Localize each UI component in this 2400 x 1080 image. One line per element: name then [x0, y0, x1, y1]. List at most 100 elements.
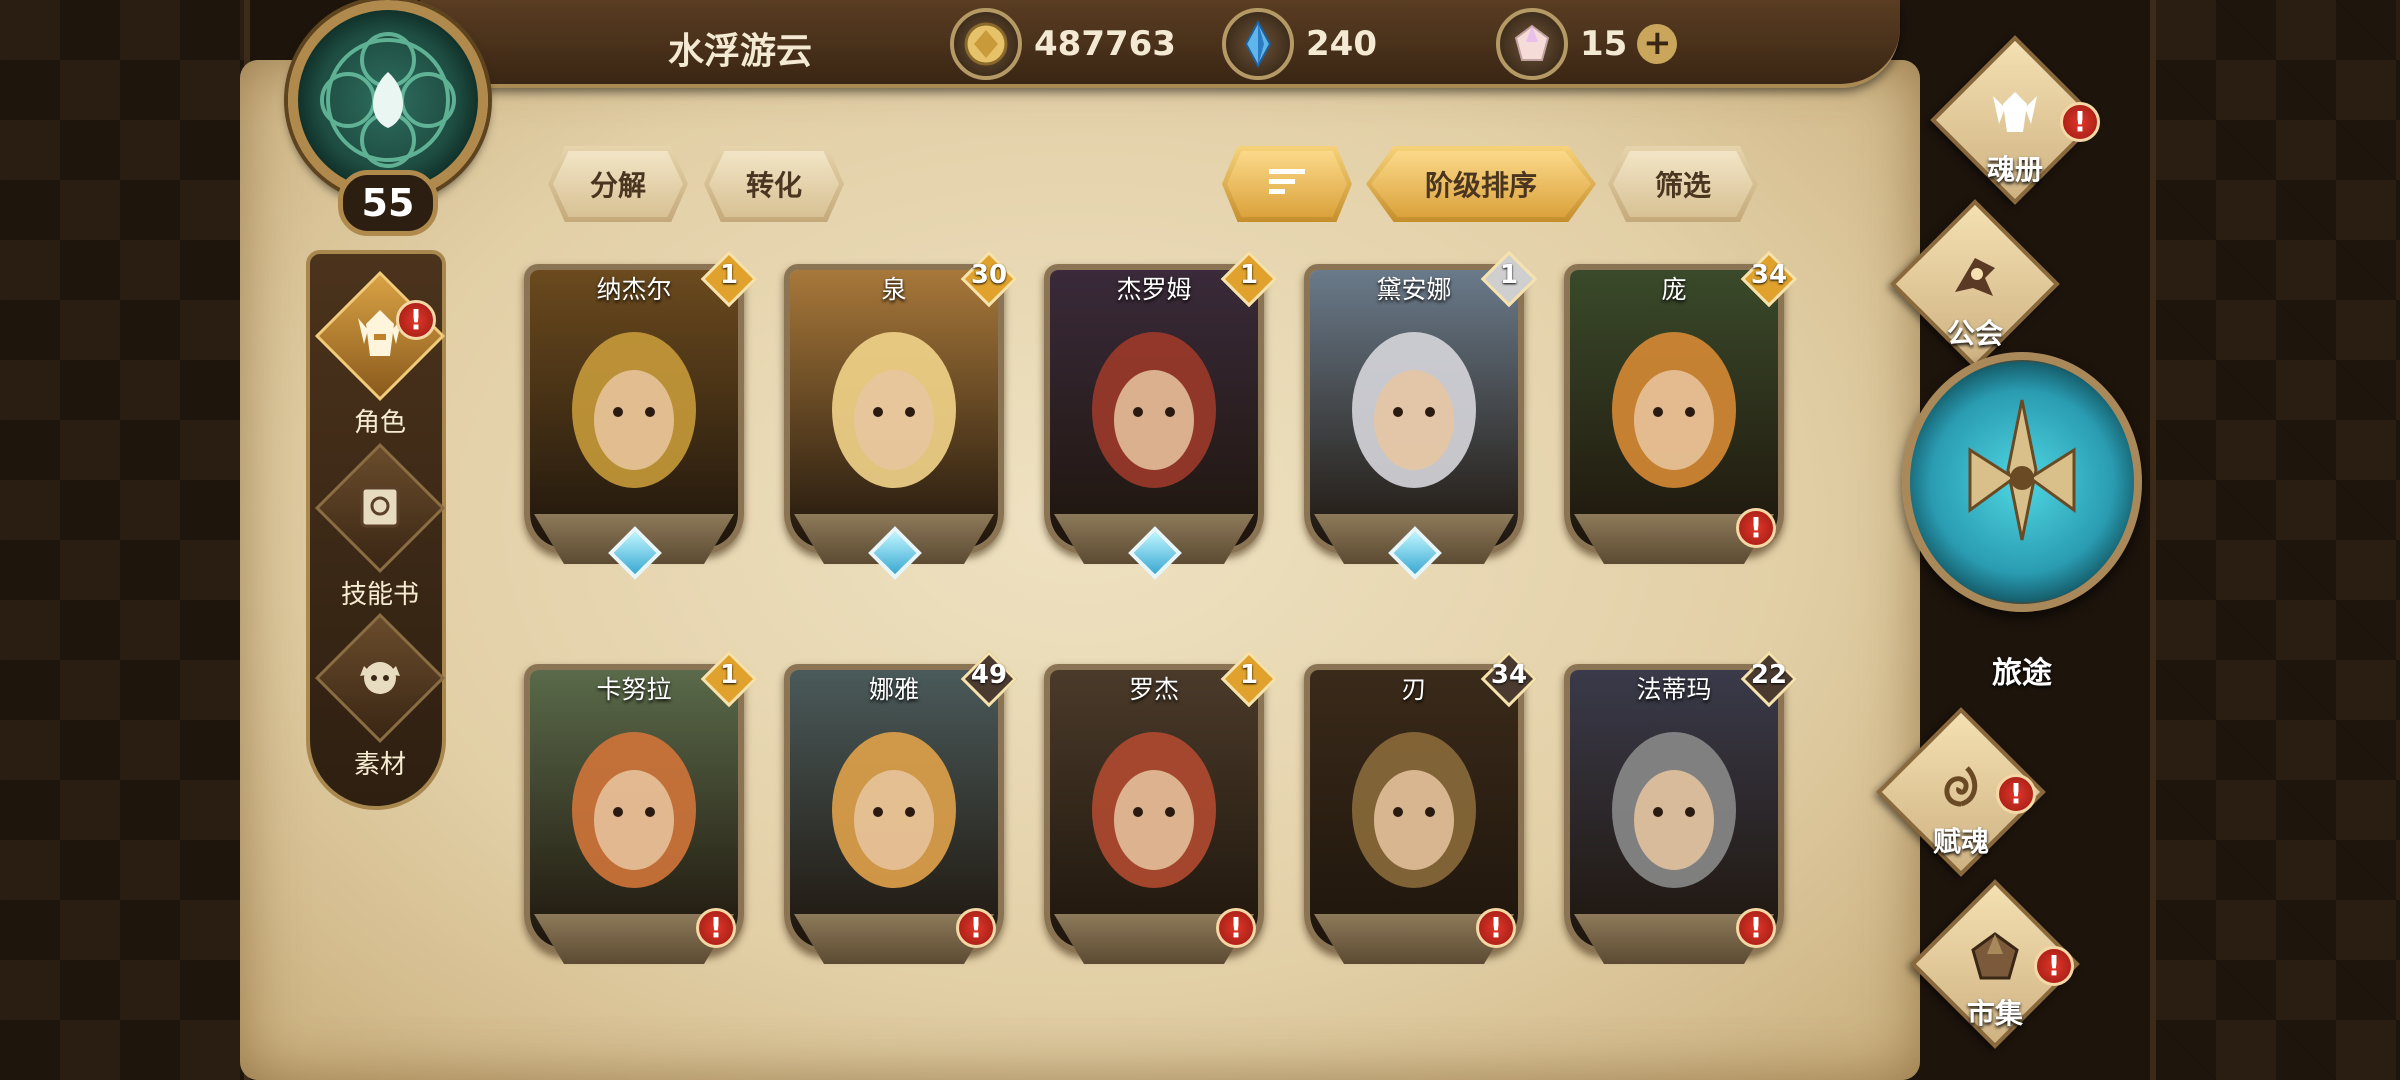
nav-label-characters: 角色 [353, 408, 406, 438]
hero-card[interactable]: 黛安娜 1 [1304, 250, 1538, 580]
hero-alert-icon: ! [696, 908, 736, 948]
hero-rank: 30 [970, 260, 1008, 290]
hero-rank-badge: 34 [1740, 250, 1798, 308]
decompose-button[interactable]: 分解 [548, 146, 688, 222]
hero-rank-badge: 1 [1480, 250, 1538, 308]
journey-button[interactable]: 旅途 [1902, 352, 2142, 691]
hero-rank-badge: 30 [960, 250, 1018, 308]
hero-rank-badge: 49 [960, 650, 1018, 708]
hero-alert-icon: ! [1736, 908, 1776, 948]
hero-rank-badge: 1 [700, 250, 758, 308]
soul-grant-button[interactable]: 赋魂 ! [1866, 707, 2056, 877]
hero-rank: 1 [1239, 660, 1259, 690]
hero-alert-icon: ! [1736, 508, 1776, 548]
soul-book-label: 魂册 [1986, 153, 2043, 186]
hero-rank-badge: 22 [1740, 650, 1798, 708]
decompose-label: 分解 [589, 169, 646, 202]
hero-rank: 34 [1750, 260, 1788, 290]
hero-card[interactable]: 法蒂玛 22! [1564, 650, 1798, 974]
hero-rank-badge: 1 [1220, 250, 1278, 308]
sort-direction-button[interactable] [1222, 146, 1352, 222]
gold-resource[interactable]: 487763 [950, 8, 1176, 80]
hero-rank: 22 [1750, 660, 1788, 690]
hero-rank: 1 [719, 660, 739, 690]
player-name: 水浮游云 [667, 31, 812, 72]
crystal-resource[interactable]: 240 [1222, 8, 1377, 80]
skill-book-icon [360, 486, 400, 528]
player-level: 55 [338, 170, 438, 236]
gold-amount: 487763 [1034, 24, 1176, 64]
guild-emblem-icon [1955, 258, 1995, 296]
hero-rank: 49 [970, 660, 1008, 690]
gem-market-icon [1971, 932, 2019, 980]
hero-rank-badge: 1 [1220, 650, 1278, 708]
hero-card[interactable]: 纳杰尔 1 [524, 250, 758, 580]
hero-portrait-art [1570, 270, 1778, 548]
hero-alert-icon: ! [1476, 908, 1516, 948]
pink-gem-icon [1496, 8, 1568, 80]
convert-button[interactable]: 转化 [704, 146, 844, 222]
market-label: 市集 [1966, 997, 2023, 1030]
hero-portrait-art [1050, 270, 1258, 548]
hero-portrait-art [530, 670, 738, 948]
gold-coin-icon [950, 8, 1022, 80]
right-background [2150, 0, 2400, 1080]
hero-portrait-art [1310, 670, 1518, 948]
nav-label-skill-books: 技能书 [340, 580, 419, 610]
market-button[interactable]: 市集 ! [1900, 879, 2090, 1049]
left-background [0, 0, 250, 1080]
hero-card[interactable]: 庞 34! [1564, 250, 1798, 574]
characters-alert-icon: ! [396, 300, 436, 340]
hero-rank: 1 [1239, 260, 1259, 290]
swirl-icon [1944, 766, 1978, 807]
hero-card[interactable]: 娜雅 49! [784, 650, 1018, 974]
journey-label: 旅途 [1992, 656, 2052, 691]
guild-label: 公会 [1946, 317, 2003, 350]
hero-rank-badge: 34 [1480, 650, 1538, 708]
hero-portrait-art [1050, 670, 1258, 948]
blue-crystal-icon [1222, 8, 1294, 80]
soul-grant-alert-icon: ! [1996, 774, 2036, 814]
hero-portrait-art [790, 670, 998, 948]
hero-portrait-art [530, 270, 738, 548]
hero-rank: 34 [1490, 660, 1528, 690]
add-gem-button[interactable]: + [1637, 24, 1678, 64]
hero-portrait-art [1310, 270, 1518, 548]
hero-card[interactable]: 泉 30 [784, 250, 1018, 580]
sort-icon [1267, 165, 1307, 204]
emblem-icon [320, 32, 456, 168]
crystal-amount: 240 [1306, 24, 1377, 64]
hero-card[interactable]: 杰罗姆 1 [1044, 250, 1278, 580]
hero-alert-icon: ! [956, 908, 996, 948]
soul-book-button[interactable]: 魂册 ! [1920, 35, 2110, 205]
convert-label: 转化 [745, 169, 802, 202]
hero-rank: 1 [719, 260, 739, 290]
nav-item-characters[interactable]: 角色 ! [310, 270, 450, 444]
left-nav: 角色 ! 技能书 素材 [306, 250, 446, 810]
hero-portrait-art [1570, 670, 1778, 948]
rank-sort-button[interactable]: 阶级排序 [1366, 146, 1596, 222]
filter-button[interactable]: 筛选 [1608, 146, 1758, 222]
nav-item-materials[interactable]: 素材 [310, 612, 450, 786]
hero-portrait-art [790, 270, 998, 548]
gem-amount: 15 [1580, 24, 1628, 64]
hero-card[interactable]: 刃 34! [1304, 650, 1538, 974]
guild-button[interactable]: 公会 [1880, 199, 2070, 369]
materials-icon [360, 662, 400, 694]
hero-rank: 1 [1499, 260, 1519, 290]
compass-icon [1968, 399, 2076, 541]
player-avatar[interactable]: 55 [270, 0, 510, 236]
filter-label: 筛选 [1654, 169, 1711, 202]
hero-alert-icon: ! [1216, 908, 1256, 948]
winged-helmet-icon [1993, 92, 2037, 132]
soul-grant-label: 赋魂 [1932, 825, 1989, 858]
rank-sort-label: 阶级排序 [1424, 169, 1537, 202]
market-alert-icon: ! [2034, 946, 2074, 986]
gem-resource[interactable]: 15 + [1496, 8, 1678, 80]
nav-item-skill-books[interactable]: 技能书 [310, 442, 450, 616]
nav-label-materials: 素材 [353, 750, 406, 780]
hero-card[interactable]: 卡努拉 1! [524, 650, 758, 974]
hero-rank-badge: 1 [700, 650, 758, 708]
hero-card[interactable]: 罗杰 1! [1044, 650, 1278, 974]
journey-compass [1902, 352, 2142, 612]
